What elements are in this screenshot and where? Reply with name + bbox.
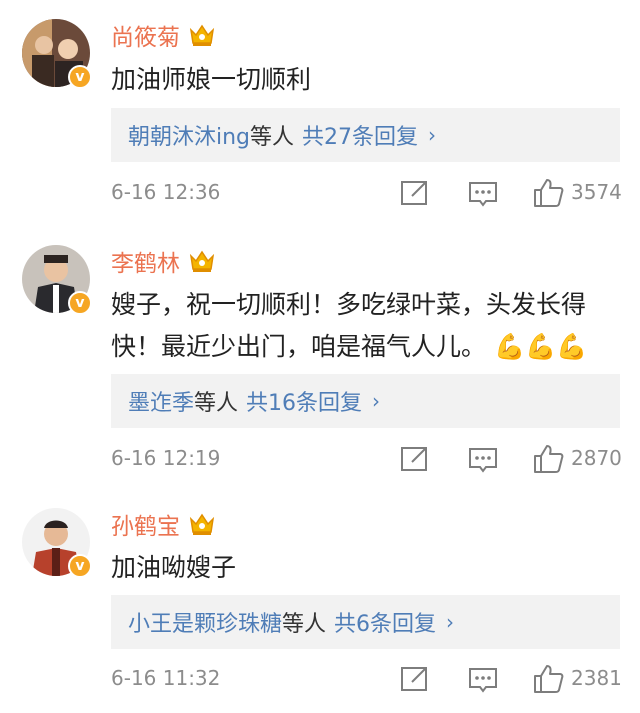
chevron-right-icon: › <box>446 610 455 634</box>
reply-count[interactable]: 共16条回复 <box>246 385 362 417</box>
reply-users[interactable]: 墨迮季 <box>128 385 194 417</box>
comment-text: 嫂子，祝一切顺利！多吃绿叶菜，头发长得快！最近少出门，咱是福气人儿。 💪💪💪 <box>111 290 588 361</box>
crown-vip-icon <box>189 513 215 535</box>
share-icon[interactable] <box>398 662 432 696</box>
timestamp: 6-16 11:32 <box>111 666 221 690</box>
share-icon[interactable] <box>398 176 432 210</box>
comment-item: v 孙鹤宝 加油呦嫂子 小王是颗珍珠糖 等人 共6条回复 › 6-16 11:3… <box>0 487 640 713</box>
comment-text: 加油呦嫂子 <box>111 553 237 582</box>
username[interactable]: 孙鹤宝 <box>111 507 180 541</box>
comment-item: v 尚筱菊 加油师娘一切顺利 朝朝沐沐ing 等人 共27条回复 › 6-16 … <box>0 0 640 243</box>
thumbs-up-icon[interactable] <box>531 662 565 696</box>
verified-badge-icon: v <box>68 554 92 578</box>
avatar[interactable]: v <box>22 19 92 89</box>
reply-count[interactable]: 共6条回复 <box>334 606 436 638</box>
username[interactable]: 尚筱菊 <box>111 18 180 52</box>
timestamp: 6-16 12:19 <box>111 446 221 470</box>
chevron-right-icon: › <box>372 389 381 413</box>
comment-icon[interactable] <box>466 442 500 476</box>
comment-icon[interactable] <box>466 662 500 696</box>
username[interactable]: 李鹤林 <box>111 244 180 278</box>
chevron-right-icon: › <box>428 123 437 147</box>
verified-badge-icon: v <box>68 291 92 315</box>
replies-summary[interactable]: 小王是颗珍珠糖 等人 共6条回复 › <box>111 595 620 649</box>
crown-vip-icon <box>189 250 215 272</box>
crown-vip-icon <box>189 24 215 46</box>
comment-item: v 李鹤林 嫂子，祝一切顺利！多吃绿叶菜，头发长得快！最近少出门，咱是福气人儿。… <box>0 243 640 487</box>
avatar[interactable]: v <box>22 508 92 578</box>
like-count: 2870 <box>571 446 622 470</box>
comment-meta: 6-16 12:36 3574 <box>111 176 622 210</box>
thumbs-up-icon[interactable] <box>531 442 565 476</box>
reply-suffix: 等人 <box>194 391 239 416</box>
reply-users[interactable]: 小王是颗珍珠糖 <box>128 606 282 638</box>
avatar[interactable]: v <box>22 245 92 315</box>
share-icon[interactable] <box>398 442 432 476</box>
like-count: 2381 <box>571 666 622 690</box>
timestamp: 6-16 12:36 <box>111 180 221 204</box>
muscle-emoji-icon: 💪💪💪 <box>493 332 588 361</box>
reply-suffix: 等人 <box>250 125 295 150</box>
verified-badge-icon: v <box>68 65 92 89</box>
replies-summary[interactable]: 朝朝沐沐ing 等人 共27条回复 › <box>111 108 620 162</box>
reply-suffix: 等人 <box>282 612 327 637</box>
comment-text: 加油师娘一切顺利 <box>111 65 312 94</box>
reply-count[interactable]: 共27条回复 <box>302 119 418 151</box>
comment-meta: 6-16 12:19 2870 <box>111 442 622 476</box>
replies-summary[interactable]: 墨迮季 等人 共16条回复 › <box>111 374 620 428</box>
thumbs-up-icon[interactable] <box>531 176 565 210</box>
reply-users[interactable]: 朝朝沐沐ing <box>128 119 250 151</box>
comment-icon[interactable] <box>466 176 500 210</box>
like-count: 3574 <box>571 180 622 204</box>
comment-meta: 6-16 11:32 2381 <box>111 662 622 696</box>
